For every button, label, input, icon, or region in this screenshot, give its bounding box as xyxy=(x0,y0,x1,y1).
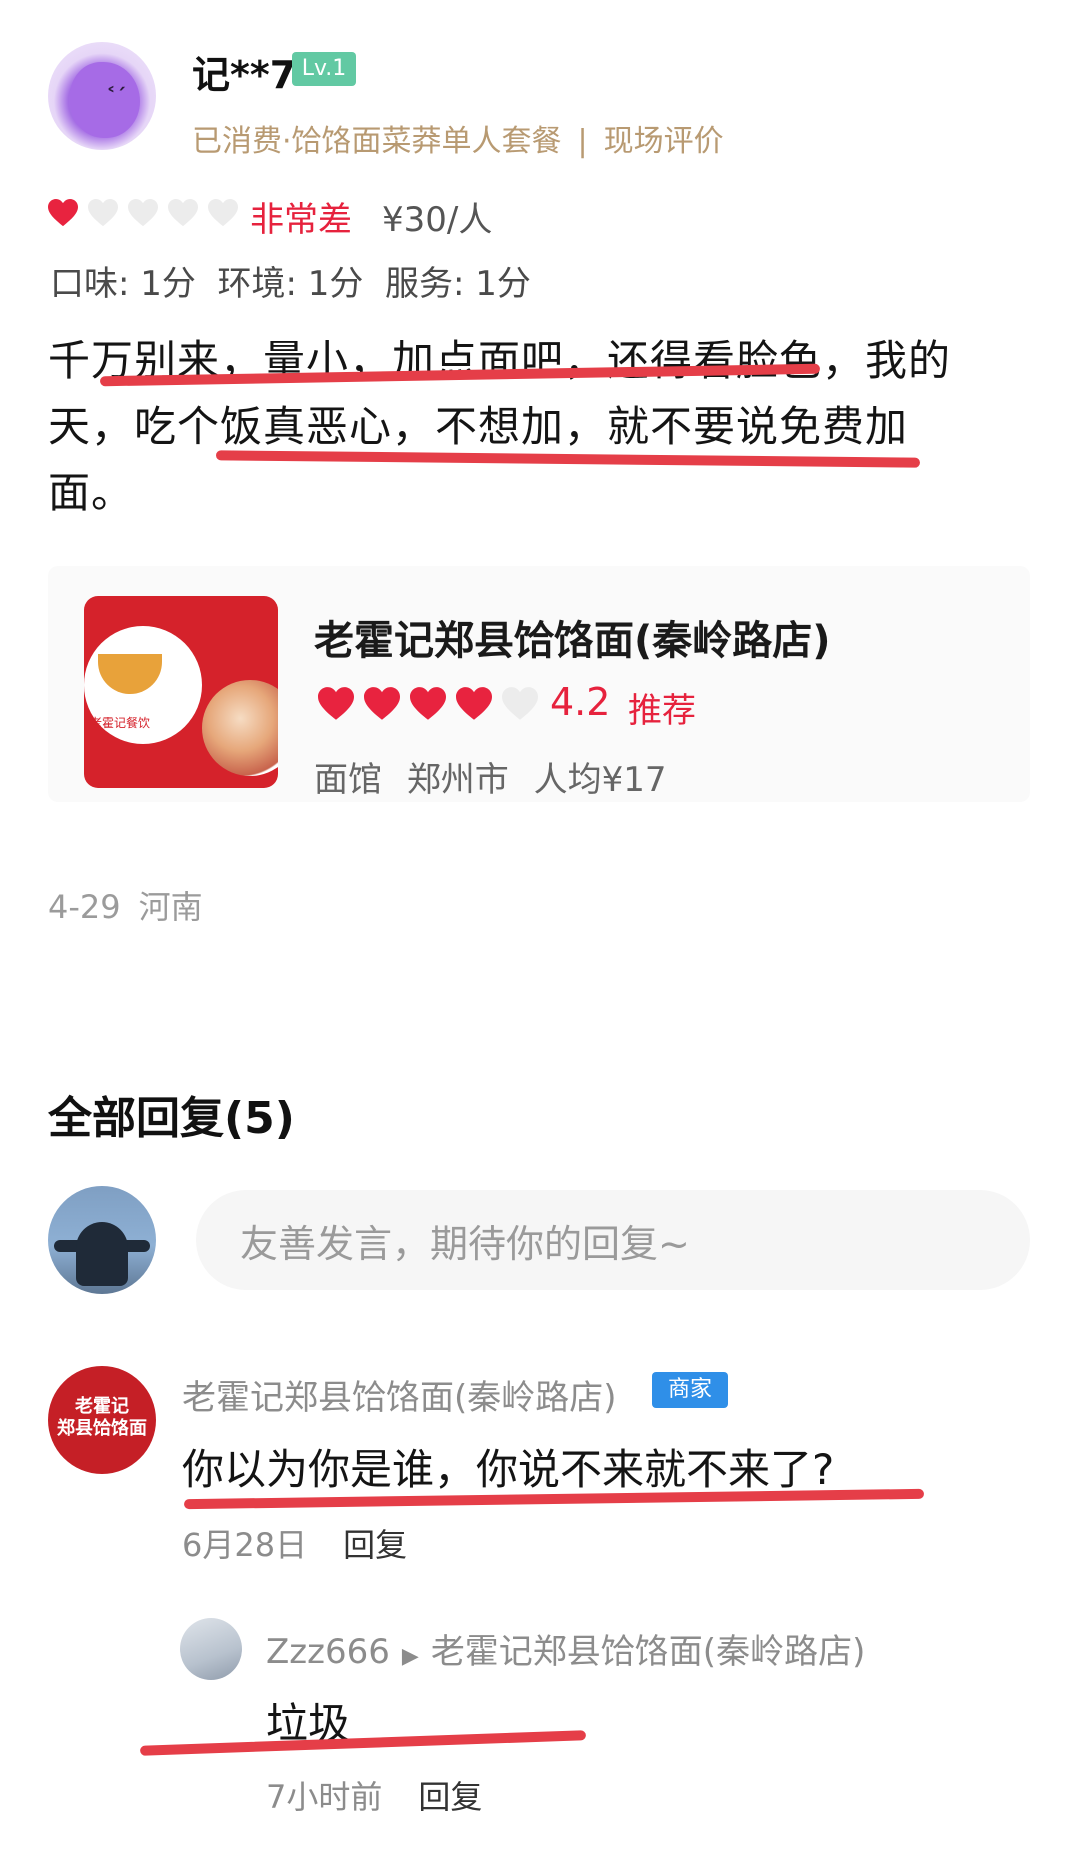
purchase-info: 已消费·饸饹面菜莽单人套餐 | 现场评价 xyxy=(192,116,724,160)
review-source: 现场评价 xyxy=(603,124,724,159)
heart-filled-icon xyxy=(410,687,446,720)
reply-time: 7小时前 xyxy=(266,1778,383,1816)
rating-hearts xyxy=(48,198,238,228)
reply-meta: 7小时前 回复 xyxy=(266,1772,482,1818)
heart-filled-icon xyxy=(318,687,354,720)
post-location: 河南 xyxy=(138,888,203,926)
shop-city: 郑州市 xyxy=(406,760,509,800)
current-user-avatar xyxy=(48,1186,156,1294)
shop-meta: 面馆 郑州市 人均¥17 xyxy=(314,752,667,801)
price-per-person: ¥30/人 xyxy=(382,200,493,240)
shop-category: 面馆 xyxy=(314,760,382,800)
purchase-separator: | xyxy=(577,124,588,159)
review-text: 千万别来，量小，加点面吧，还得看脸色，我的 天，吃个饭真恶心，不想加，就不要说免… xyxy=(48,328,1010,526)
reply-author[interactable]: Zzz666 xyxy=(266,1632,390,1672)
reply-text: 你以为你是谁，你说不来就不来了? xyxy=(182,1445,835,1494)
avatar-figure xyxy=(76,1222,128,1286)
noodle-bowl-image xyxy=(202,680,278,776)
reply-time: 6月28日 xyxy=(182,1526,308,1564)
post-meta: 4-29 河南 xyxy=(48,882,203,928)
avatar-blob xyxy=(70,62,140,138)
shop-score: 4.2 xyxy=(550,680,611,724)
merchant-badge: 商家 xyxy=(652,1372,728,1408)
avatar-face: ˂ˊ xyxy=(106,84,126,108)
highlight-underline xyxy=(139,1730,587,1756)
sub-scores: 口味: 1分 环境: 1分 服务: 1分 xyxy=(50,264,531,304)
review-line: 面。 xyxy=(48,468,135,517)
shop-thumbnail[interactable]: 老霍记餐饮 xyxy=(84,596,278,788)
reply-input[interactable]: 友善发言，期待你的回复~ xyxy=(196,1190,1030,1290)
reply-author-line: Zzz666 ▶ 老霍记郑县饸饹面(秦岭路店) xyxy=(266,1624,865,1673)
heart-filled-icon xyxy=(364,687,400,720)
heart-empty-icon xyxy=(502,687,538,720)
reply-button[interactable]: 回复 xyxy=(343,1526,407,1564)
heart-filled-icon xyxy=(48,198,78,227)
heart-empty-icon xyxy=(168,198,198,227)
reply-author[interactable]: 老霍记郑县饸饹面(秦岭路店) xyxy=(182,1370,617,1419)
review-line: 天，吃个饭真恶心，不想加，就不要说免费加 xyxy=(48,402,909,451)
heart-empty-icon xyxy=(88,198,118,227)
merchant-avatar-text: 老霍记 郑县饸饹面 xyxy=(57,1396,147,1439)
heart-empty-icon xyxy=(208,198,238,227)
reply-meta: 6月28日 回复 xyxy=(182,1520,407,1566)
heart-empty-icon xyxy=(128,198,158,227)
shop-name[interactable]: 老霍记郑县饸饹面(秦岭路店) xyxy=(314,608,831,666)
reviewer-name[interactable]: 记**7 xyxy=(192,44,296,99)
reviewer-avatar[interactable]: ˂ˊ xyxy=(48,42,156,150)
merchant-avatar[interactable]: 老霍记 郑县饸饹面 xyxy=(48,1366,156,1474)
reply-to-name[interactable]: 老霍记郑县饸饹面(秦岭路店) xyxy=(431,1632,866,1672)
zzz666-avatar[interactable] xyxy=(180,1618,242,1680)
rating-label: 非常差 xyxy=(250,200,352,240)
heart-filled-icon xyxy=(456,687,492,720)
shop-logo-text: 老霍记餐饮 xyxy=(90,716,151,730)
purchase-item: 已消费·饸饹面菜莽单人套餐 xyxy=(192,124,562,159)
shop-rating-hearts xyxy=(318,686,538,722)
reply-to-arrow-icon: ▶ xyxy=(401,1644,419,1669)
shop-avg-price: 人均¥17 xyxy=(533,760,667,800)
post-date: 4-29 xyxy=(48,888,121,926)
level-badge: Lv.1 xyxy=(292,52,356,86)
reply-button[interactable]: 回复 xyxy=(418,1778,482,1816)
replies-title: 全部回复(5) xyxy=(48,1093,295,1144)
shop-recommend: 推荐 xyxy=(628,691,696,731)
